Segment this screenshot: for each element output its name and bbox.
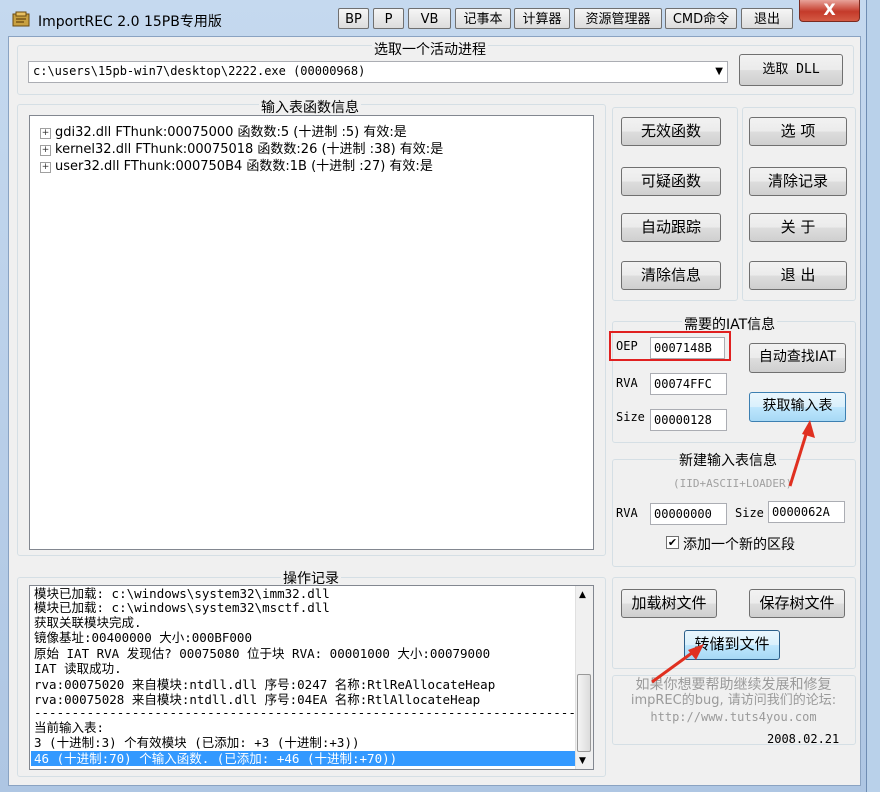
tree-item-label: user32.dll FThunk:000750B4 函数数:1B (十进制 :… [55, 159, 433, 174]
process-select[interactable]: c:\users\15pb-win7\desktop\2222.exe (000… [28, 61, 728, 83]
explorer-button[interactable]: 资源管理器 [574, 8, 662, 29]
invalid-funcs-button[interactable]: 无效函数 [621, 117, 721, 146]
expand-icon[interactable]: + [40, 162, 51, 173]
iat-rva-label: RVA [616, 376, 638, 390]
close-button[interactable]: X [799, 0, 860, 22]
import-group-label: 输入表函数信息 [259, 97, 361, 117]
close-icon: X [823, 0, 836, 19]
tree-item-kernel32[interactable]: + kernel32.dll FThunk:00075018 函数数:26 (十进… [40, 138, 443, 157]
log-line: 3 (十进制:3) 个有效模块 (已添加: +3 (十进制:+3)) [34, 735, 360, 750]
scroll-thumb[interactable] [577, 674, 591, 752]
iat-size-label: Size [616, 410, 645, 424]
footer-note-line: impREC的bug, 请访问我们的论坛: [630, 693, 837, 708]
exit-title-button[interactable]: 退出 [741, 8, 793, 29]
log-line: 模块已加载: c:\windows\system32\msctf.dll [34, 600, 330, 615]
annotation-arrow-icon [651, 644, 704, 684]
main-panel: 选取一个活动进程 c:\users\15pb-win7\desktop\2222… [8, 36, 861, 786]
oep-label: OEP [616, 339, 638, 353]
add-section-label: 添加一个新的区段 [683, 537, 795, 553]
log-line-selected[interactable]: 46 (十进制:70) 个输入函数. (已添加: +46 (十进制:+70)) [31, 751, 575, 766]
save-tree-button[interactable]: 保存树文件 [749, 589, 845, 618]
exit-button[interactable]: 退 出 [749, 261, 847, 290]
log-line: 当前输入表: [34, 720, 105, 735]
notepad-button[interactable]: 记事本 [455, 8, 511, 29]
iat-size-field[interactable]: 00000128 [650, 409, 727, 431]
log-line: 模块已加载: c:\windows\system32\imm32.dll [34, 586, 330, 601]
selected-process: c:\users\15pb-win7\desktop\2222.exe (000… [33, 64, 366, 78]
auto-trace-button[interactable]: 自动跟踪 [621, 213, 721, 242]
tree-item-gdi32[interactable]: + gdi32.dll FThunk:00075000 函数数:5 (十进制 :5… [40, 121, 407, 140]
import-tree[interactable]: + gdi32.dll FThunk:00075000 函数数:5 (十进制 :5… [29, 115, 594, 550]
log-list[interactable]: 模块已加载: c:\windows\system32\imm32.dll 模块已… [29, 585, 594, 770]
log-line: IAT 读取成功. [34, 661, 122, 676]
build-date: 2008.02.21 [767, 732, 840, 746]
suspect-funcs-button[interactable]: 可疑函数 [621, 167, 721, 196]
vb-button[interactable]: VB [408, 8, 451, 29]
new-rva-field[interactable]: 00000000 [650, 503, 727, 525]
cmd-button[interactable]: CMD命令 [665, 8, 737, 29]
bp-button[interactable]: BP [338, 8, 369, 29]
iat-rva-field[interactable]: 00074FFC [650, 373, 727, 395]
title-bar[interactable]: ImportREC 2.0 15PB专用版 BP P VB 记事本 计算器 资源… [0, 0, 866, 36]
tree-item-user32[interactable]: + user32.dll FThunk:000750B4 函数数:1B (十进制 … [40, 155, 433, 174]
log-separator: ----------------------------------------… [34, 705, 574, 720]
log-line: 镜像基址:00400000 大小:000BF000 [34, 630, 252, 645]
pick-dll-button[interactable]: 选取 DLL [739, 54, 843, 86]
clear-log-button[interactable]: 清除记录 [749, 167, 847, 196]
new-import-hint: (IID+ASCII+LOADER) [673, 477, 793, 490]
log-scrollbar[interactable]: ▲ ▼ [575, 586, 593, 769]
annotation-arrow-icon [788, 420, 815, 487]
process-group-label: 选取一个活动进程 [372, 39, 488, 59]
clear-info-button[interactable]: 清除信息 [621, 261, 721, 290]
add-section-checkbox[interactable]: ✔ [666, 536, 679, 549]
log-line: 获取关联模块完成. [34, 615, 142, 630]
options-button[interactable]: 选 项 [749, 117, 847, 146]
about-button[interactable]: 关 于 [749, 213, 847, 242]
auto-find-iat-button[interactable]: 自动查找IAT [749, 343, 846, 373]
chevron-down-icon: ▼ [715, 66, 723, 77]
scroll-up-icon[interactable]: ▲ [579, 590, 586, 600]
new-size-field[interactable]: 0000062A [768, 501, 845, 523]
window-title: ImportREC 2.0 15PB专用版 [38, 14, 222, 30]
calculator-button[interactable]: 计算器 [514, 8, 570, 29]
new-import-group-label: 新建输入表信息 [677, 450, 779, 470]
oep-field[interactable]: 0007148B [650, 337, 725, 359]
footer-note: 如果你想要帮助继续发展和修复 impREC的bug, 请访问我们的论坛: htt… [612, 677, 855, 739]
log-line: 原始 IAT RVA 发现估? 00075080 位于块 RVA: 000010… [34, 646, 491, 661]
app-icon [12, 11, 30, 27]
new-size-label: Size [735, 506, 764, 520]
load-tree-button[interactable]: 加载树文件 [621, 589, 717, 618]
scroll-down-icon[interactable]: ▼ [579, 756, 586, 766]
p-button[interactable]: P [373, 8, 404, 29]
check-icon: ✔ [667, 536, 678, 549]
log-line: rva:00075020 来自模块:ntdll.dll 序号:0247 名称:R… [34, 677, 496, 692]
new-rva-label: RVA [616, 506, 638, 520]
forum-link[interactable]: http://www.tuts4you.com [612, 709, 855, 725]
